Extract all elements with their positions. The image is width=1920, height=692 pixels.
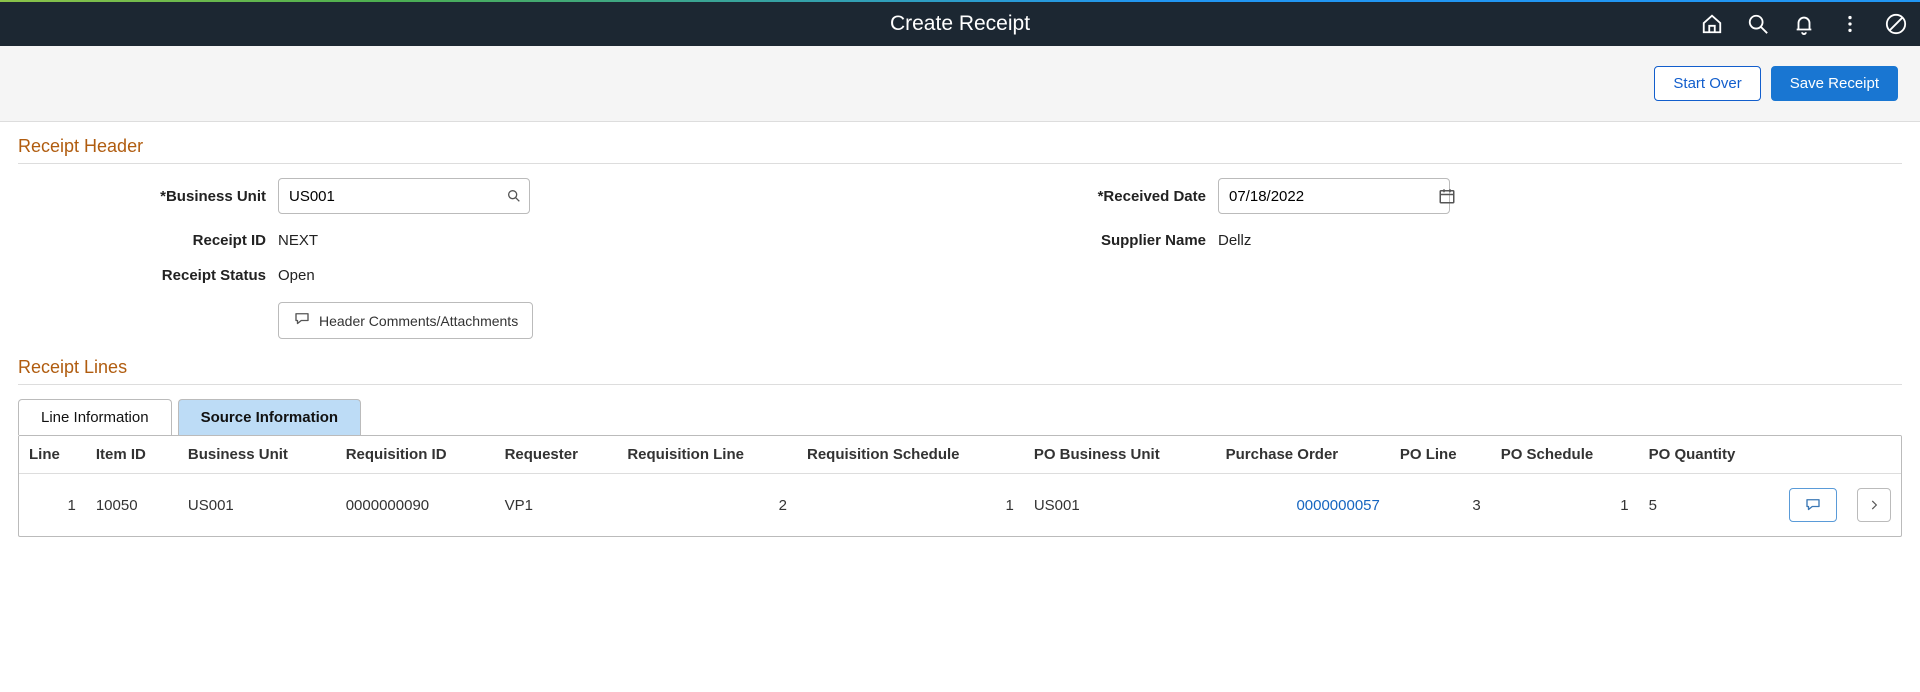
cell-requisition-id: 0000000090 xyxy=(336,474,495,537)
col-po-line: PO Line xyxy=(1390,436,1491,474)
save-receipt-button[interactable]: Save Receipt xyxy=(1771,66,1898,101)
received-date-label: *Received Date xyxy=(1058,188,1218,205)
tab-line-information[interactable]: Line Information xyxy=(18,399,172,435)
receipt-status-value: Open xyxy=(278,267,678,284)
search-icon[interactable] xyxy=(1746,12,1770,36)
tab-source-information[interactable]: Source Information xyxy=(178,399,362,435)
cell-po-business-unit: US001 xyxy=(1024,474,1216,537)
business-unit-input[interactable] xyxy=(279,188,498,205)
cell-item-id: 10050 xyxy=(86,474,178,537)
receipt-status-label: Receipt Status xyxy=(18,267,278,284)
cell-requisition-line: 2 xyxy=(617,474,797,537)
cell-po-line: 3 xyxy=(1390,474,1491,537)
col-requisition-id: Requisition ID xyxy=(336,436,495,474)
receipt-lines-section-title: Receipt Lines xyxy=(18,357,1902,385)
calendar-icon[interactable] xyxy=(1438,187,1456,205)
receipt-id-label: Receipt ID xyxy=(18,232,278,249)
start-over-button[interactable]: Start Over xyxy=(1654,66,1760,101)
col-line: Line xyxy=(19,436,86,474)
comment-icon xyxy=(293,310,311,331)
table-header-row: Line Item ID Business Unit Requisition I… xyxy=(19,436,1901,474)
cell-requester: VP1 xyxy=(495,474,618,537)
col-requester: Requester xyxy=(495,436,618,474)
received-date-input[interactable] xyxy=(1219,188,1438,205)
home-icon[interactable] xyxy=(1700,12,1724,36)
business-unit-label: *Business Unit xyxy=(18,188,278,205)
receipt-lines-table: Line Item ID Business Unit Requisition I… xyxy=(19,436,1901,536)
cell-line: 1 xyxy=(19,474,86,537)
cell-po-quantity: 5 xyxy=(1639,474,1779,537)
cell-po-schedule: 1 xyxy=(1491,474,1639,537)
app-header: Create Receipt xyxy=(0,2,1920,46)
col-item-id: Item ID xyxy=(86,436,178,474)
row-comments-button[interactable] xyxy=(1789,488,1837,522)
compass-icon[interactable] xyxy=(1884,12,1908,36)
receipt-id-value: NEXT xyxy=(278,232,678,249)
col-po-business-unit: PO Business Unit xyxy=(1024,436,1216,474)
cell-purchase-order-link[interactable]: 0000000057 xyxy=(1296,497,1379,514)
kebab-menu-icon[interactable] xyxy=(1838,12,1862,36)
col-requisition-line: Requisition Line xyxy=(617,436,797,474)
header-icon-group xyxy=(1700,12,1908,36)
bell-icon[interactable] xyxy=(1792,12,1816,36)
header-comments-button[interactable]: Header Comments/Attachments xyxy=(278,302,533,339)
col-po-quantity: PO Quantity xyxy=(1639,436,1779,474)
receipt-lines-table-wrap: Line Item ID Business Unit Requisition I… xyxy=(18,435,1902,537)
row-expand-button[interactable] xyxy=(1857,488,1891,522)
received-date-input-wrap xyxy=(1218,178,1450,214)
table-row: 1 10050 US001 0000000090 VP1 2 1 US001 0… xyxy=(19,474,1901,537)
receipt-header-section-title: Receipt Header xyxy=(18,136,1902,164)
receipt-header-form: *Business Unit *Received Date Receipt ID… xyxy=(18,178,1902,339)
col-po-schedule: PO Schedule xyxy=(1491,436,1639,474)
col-purchase-order: Purchase Order xyxy=(1216,436,1390,474)
col-business-unit: Business Unit xyxy=(178,436,336,474)
action-bar: Start Over Save Receipt xyxy=(0,46,1920,122)
col-requisition-schedule: Requisition Schedule xyxy=(797,436,1024,474)
business-unit-lookup-icon[interactable] xyxy=(498,188,529,204)
supplier-name-value: Dellz xyxy=(1218,232,1548,249)
business-unit-input-wrap xyxy=(278,178,530,214)
page-title: Create Receipt xyxy=(890,12,1030,36)
header-comments-label: Header Comments/Attachments xyxy=(319,313,518,329)
cell-business-unit: US001 xyxy=(178,474,336,537)
supplier-name-label: Supplier Name xyxy=(1058,232,1218,249)
receipt-lines-tabs: Line Information Source Information xyxy=(18,399,1902,435)
cell-requisition-schedule: 1 xyxy=(797,474,1024,537)
